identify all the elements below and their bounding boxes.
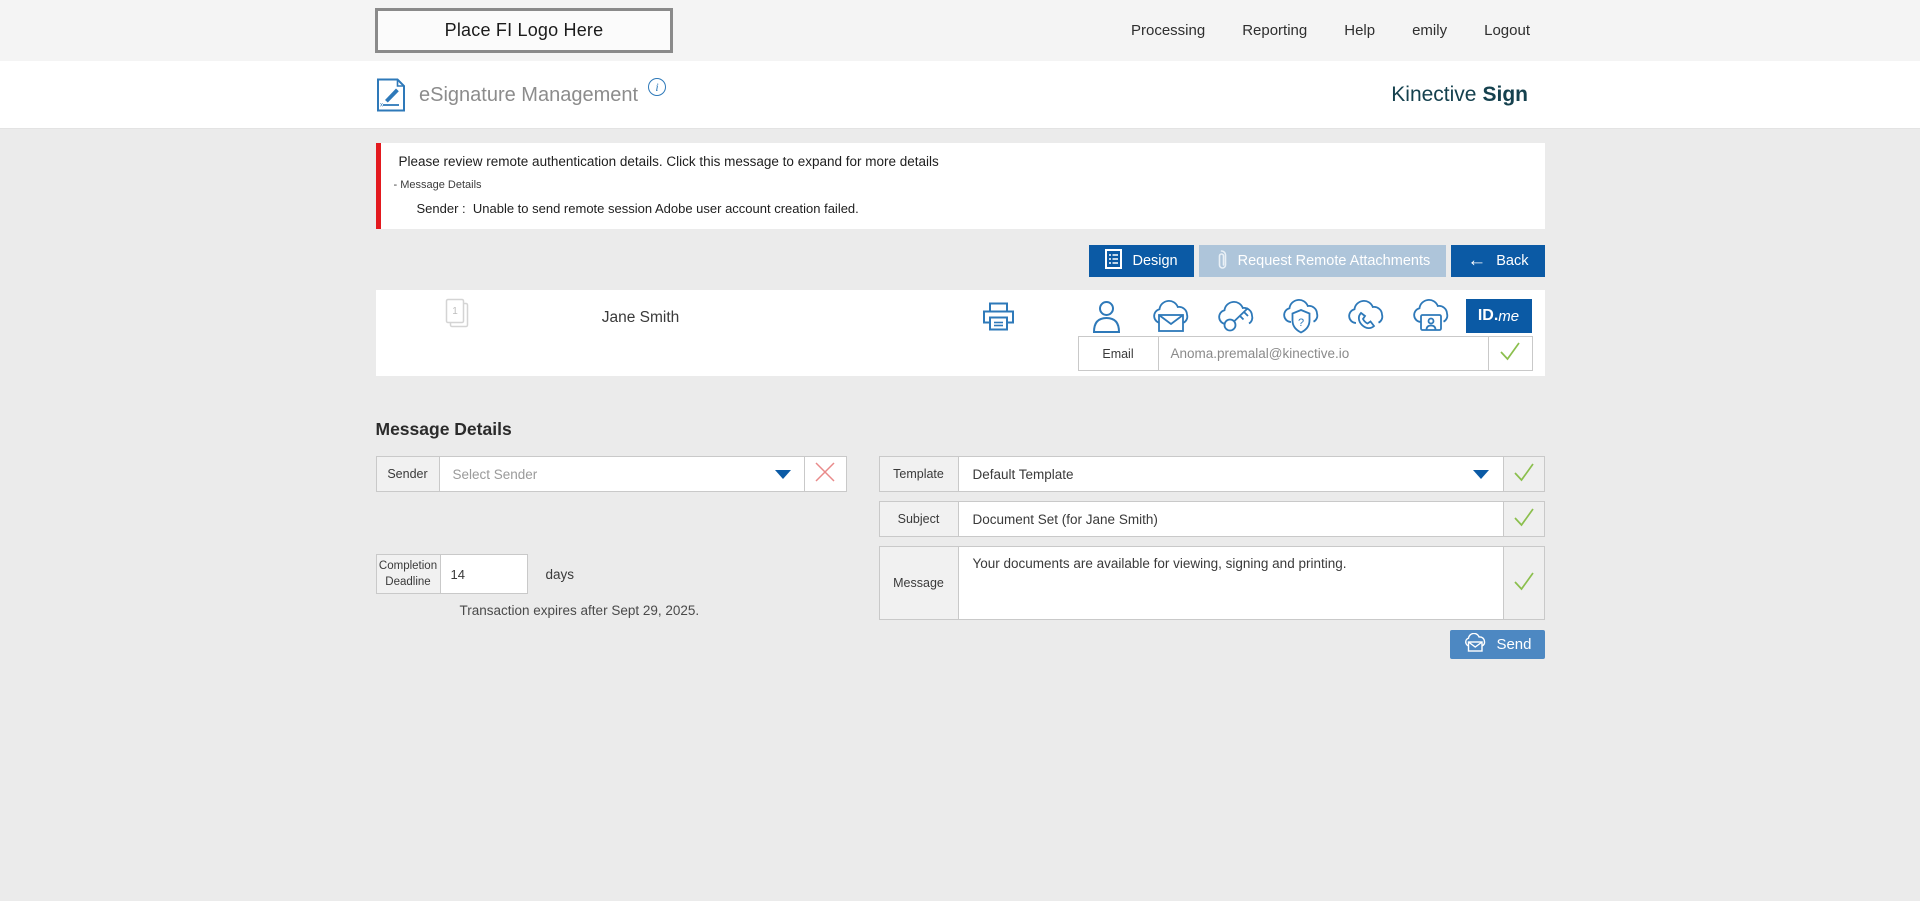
brand-product: Sign <box>1482 83 1529 106</box>
design-icon <box>1105 249 1123 273</box>
header-left: x eSignature Management i <box>376 61 667 129</box>
idme-label-bold: ID. <box>1477 307 1499 324</box>
brand-logo: Kinective Sign <box>1391 61 1528 129</box>
check-icon <box>1512 462 1536 487</box>
send-button-label: Send <box>1496 636 1532 653</box>
info-icon[interactable]: i <box>648 78 667 96</box>
chevron-down-icon <box>774 469 791 479</box>
template-field-label: Template <box>878 456 959 492</box>
sender-dropdown-placeholder: Select Sender <box>452 466 538 482</box>
subject-field-label: Subject <box>878 501 959 537</box>
back-button[interactable]: ← Back <box>1451 245 1545 277</box>
warning-message-text: Please review remote authentication deta… <box>398 154 939 169</box>
chevron-down-icon <box>1472 469 1489 479</box>
message-textarea[interactable]: Your documents are available for viewing… <box>958 546 1503 620</box>
deadline-unit-label: days <box>545 566 575 582</box>
request-remote-attachments-label: Request Remote Attachments <box>1237 253 1431 269</box>
send-mail-icon <box>1463 632 1488 656</box>
check-icon <box>1498 341 1522 366</box>
remote-phone-icon[interactable] <box>1334 297 1399 335</box>
nav-logout[interactable]: Logout <box>1484 22 1530 39</box>
email-input[interactable]: Anoma.premalal@kinective.io <box>1159 337 1488 370</box>
template-row: Template Default Template <box>878 456 1545 492</box>
warning-message-banner[interactable]: Please review remote authentication deta… <box>375 143 1545 229</box>
esignature-document-icon: x <box>376 78 406 112</box>
svg-text:?: ? <box>1298 317 1304 329</box>
message-field-label: Message <box>878 546 959 620</box>
print-icon[interactable] <box>980 302 1017 337</box>
nav-processing[interactable]: Processing <box>1131 22 1205 39</box>
top-navigation: Processing Reporting Help emily Logout <box>1131 0 1530 61</box>
request-remote-attachments-button[interactable]: Request Remote Attachments <box>1198 245 1447 277</box>
remote-email-icon[interactable] <box>1139 297 1204 335</box>
nav-reporting[interactable]: Reporting <box>1242 22 1307 39</box>
sender-dropdown[interactable]: Select Sender <box>439 456 805 492</box>
template-dropdown[interactable]: Default Template <box>958 456 1503 492</box>
completion-deadline-input[interactable]: 14 <box>440 554 528 594</box>
svg-text:1: 1 <box>452 306 458 317</box>
completion-deadline-row: Completion Deadline 14 days <box>375 554 879 594</box>
message-valid-cell <box>1502 546 1545 620</box>
nav-user-emily[interactable]: emily <box>1412 22 1447 39</box>
send-button[interactable]: Send <box>1450 630 1545 659</box>
design-button-label: Design <box>1132 253 1178 269</box>
clear-sender-button[interactable] <box>804 456 847 492</box>
svg-text:x: x <box>380 103 383 109</box>
message-details-heading: Message Details <box>375 419 512 439</box>
message-row: Message Your documents are available for… <box>878 546 1545 620</box>
action-toolbar: Design Request Remote Attachments ← Back <box>376 245 1545 277</box>
topbar: Place FI Logo Here Processing Reporting … <box>0 0 1920 61</box>
subject-valid-cell <box>1502 501 1545 537</box>
idme-auth-badge[interactable]: ID. me <box>1465 299 1532 333</box>
subject-input[interactable]: Document Set (for Jane Smith) <box>958 501 1503 537</box>
warning-sender-detail: Sender : Unable to send remote session A… <box>416 201 859 216</box>
remote-qa-icon[interactable]: ? <box>1269 297 1334 335</box>
paperclip-icon <box>1215 249 1228 274</box>
check-icon <box>1512 571 1536 596</box>
header: x eSignature Management i Kinective Sign <box>0 61 1920 129</box>
design-button[interactable]: Design <box>1089 245 1194 277</box>
idme-label-italic: me <box>1498 307 1520 325</box>
recipient-card: 1 Jane Smith ? ID. me Email Anoma.premal… <box>375 290 1545 376</box>
check-icon <box>1512 507 1536 532</box>
subject-row: Subject Document Set (for Jane Smith) <box>878 501 1545 537</box>
recipient-name: Jane Smith <box>601 309 680 326</box>
sender-field-label: Sender <box>375 456 440 492</box>
warning-message-details-toggle: - Message Details <box>393 179 482 191</box>
remote-video-icon[interactable] <box>1399 297 1464 335</box>
template-valid-cell <box>1502 456 1545 492</box>
page-title: eSignature Management <box>419 83 639 106</box>
recipient-email-row: Email Anoma.premalal@kinective.io <box>1077 336 1533 371</box>
sender-row: Sender Select Sender <box>375 456 847 492</box>
brand-name: Kinective <box>1391 83 1477 106</box>
nav-help[interactable]: Help <box>1344 22 1375 39</box>
clear-x-icon <box>812 459 838 490</box>
form-right-column: Template Default Template Subject Docume… <box>878 456 1545 659</box>
back-arrow-icon: ← <box>1467 249 1487 271</box>
back-button-label: Back <box>1496 253 1529 269</box>
message-details-form: Sender Select Sender Completion Deadline… <box>375 456 1545 659</box>
in-person-signer-icon[interactable] <box>1074 297 1139 335</box>
remote-password-icon[interactable] <box>1204 297 1269 335</box>
page: Place FI Logo Here Processing Reporting … <box>0 0 1920 901</box>
template-dropdown-value: Default Template <box>972 466 1074 482</box>
document-pages-icon: 1 <box>443 297 470 334</box>
form-left-column: Sender Select Sender Completion Deadline… <box>375 456 879 659</box>
fi-logo-text: Place FI Logo Here <box>444 20 604 40</box>
send-row: Send <box>879 630 1545 659</box>
main-content: Please review remote authentication deta… <box>375 143 1545 659</box>
fi-logo-placeholder: Place FI Logo Here <box>375 8 673 53</box>
email-valid-cell <box>1487 337 1532 370</box>
completion-deadline-label: Completion Deadline <box>375 554 441 594</box>
email-field-label: Email <box>1079 337 1159 370</box>
expiration-note: Transaction expires after Sept 29, 2025. <box>459 603 700 618</box>
authentication-options: ? ID. me <box>1074 297 1532 335</box>
